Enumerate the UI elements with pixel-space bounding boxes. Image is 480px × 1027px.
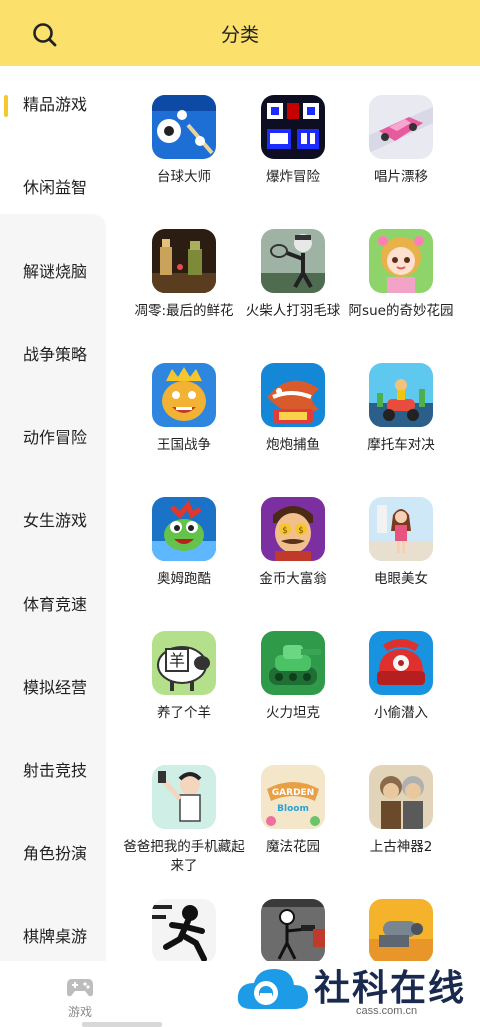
- stickman-run-icon: [152, 899, 216, 961]
- sheep-icon: 羊: [152, 631, 216, 695]
- watermark: 社科在线 cass.com.cn: [228, 955, 480, 1027]
- nav-tab-games[interactable]: 游戏: [40, 971, 120, 1025]
- sidebar-item-shooting[interactable]: 射击竞技: [0, 751, 106, 791]
- om-nom-run-icon: [152, 497, 216, 561]
- home-indicator: [82, 1022, 162, 1027]
- withered-flower-icon: [152, 229, 216, 293]
- gamepad-icon: [67, 979, 93, 997]
- game-name: 阿sue的奇妙花园: [348, 303, 454, 319]
- kingdom-war-icon: [152, 363, 216, 427]
- sidebar-item-strategy[interactable]: 战争策略: [0, 335, 106, 375]
- sidebar-item-boutique[interactable]: 精品游戏: [0, 85, 106, 125]
- gold-tycoon-icon: $ $: [261, 497, 325, 561]
- garden-bloom-icon: GARDEN Bloom: [261, 765, 325, 829]
- electric-eye-girl-icon: [369, 497, 433, 561]
- sidebar-item-board[interactable]: 棋牌桌游: [0, 917, 106, 957]
- sidebar-item-simulation[interactable]: 模拟经营: [0, 668, 106, 708]
- watermark-text: 社科在线: [314, 968, 467, 1009]
- game-name: 小偷潜入: [374, 705, 428, 721]
- top-bar: 分类: [0, 0, 480, 66]
- svg-text:$: $: [282, 526, 288, 536]
- sidebar-item-casual[interactable]: 休闲益智: [0, 168, 106, 208]
- svg-text:羊: 羊: [169, 651, 185, 670]
- watermark-url: cass.com.cn: [356, 1005, 418, 1017]
- sidebar-item-action[interactable]: 动作冒险: [0, 418, 106, 458]
- sidebar-item-sports[interactable]: 体育竞速: [0, 585, 106, 625]
- cannon-icon: [369, 899, 433, 961]
- billiards-icon: [152, 95, 216, 159]
- sue-garden-icon: [369, 229, 433, 293]
- svg-text:$: $: [298, 526, 304, 536]
- svg-text:GARDEN: GARDEN: [272, 788, 314, 798]
- stickman-gun-icon: [261, 899, 325, 961]
- hidden-phone-icon: [152, 765, 216, 829]
- game-grid: 台球大师 爆炸冒险 唱片漂移 凋零:最后的鲜花 火柴人打羽毛球 阿sue的奇妙花…: [106, 66, 480, 961]
- ancient-artifact-icon: [369, 765, 433, 829]
- motorcycle-duel-icon: [369, 363, 433, 427]
- game-name: 摩托车对决: [367, 437, 435, 453]
- nav-tab-label: 游戏: [67, 1005, 92, 1019]
- svg-text:Bloom: Bloom: [277, 804, 309, 814]
- drift-car-icon: [369, 95, 433, 159]
- page-title: 分类: [220, 24, 259, 46]
- game-name: 唱片漂移: [374, 169, 428, 185]
- sidebar-item-girls[interactable]: 女生游戏: [0, 501, 106, 541]
- bomb-adventure-icon: [261, 95, 325, 159]
- fish-shooting-icon: [261, 363, 325, 427]
- tank-icon: [261, 631, 325, 695]
- sidebar-item-puzzle[interactable]: 解谜烧脑: [0, 252, 106, 292]
- sidebar-item-rpg[interactable]: 角色扮演: [0, 834, 106, 874]
- game-name: 电眼美女: [374, 571, 428, 587]
- thief-phone-icon: [369, 631, 433, 695]
- cloud-logo-icon: [237, 969, 308, 1009]
- stickman-badminton-icon: [261, 229, 325, 293]
- game-name: 上古神器2: [369, 839, 433, 855]
